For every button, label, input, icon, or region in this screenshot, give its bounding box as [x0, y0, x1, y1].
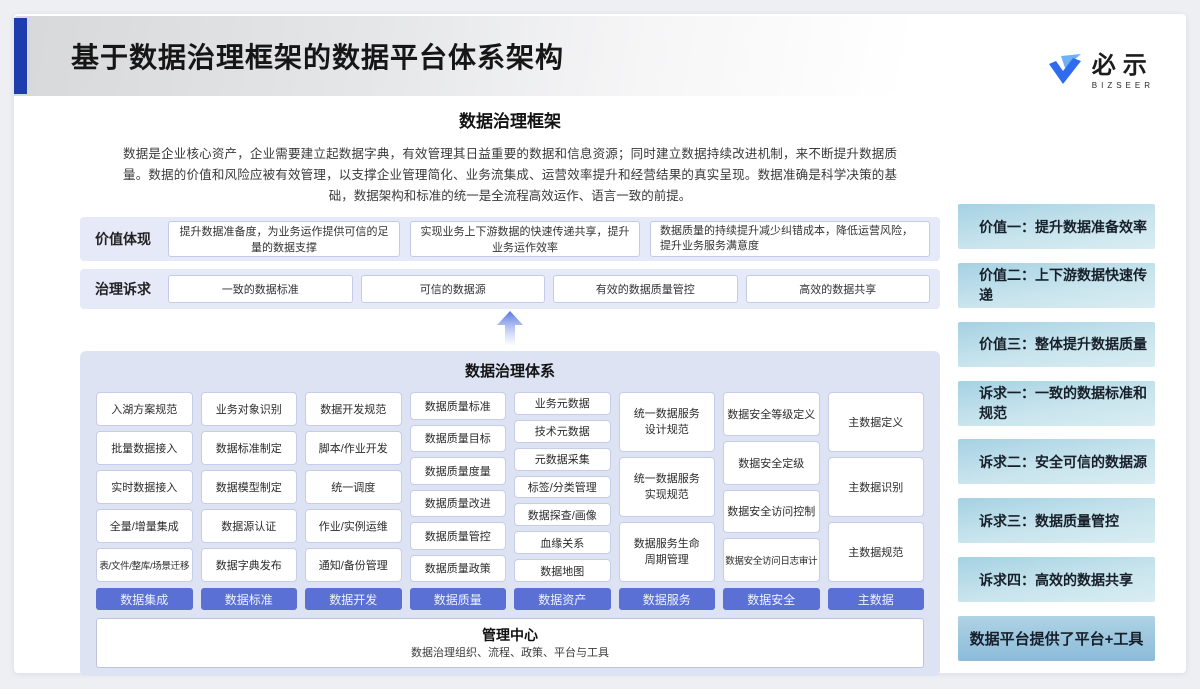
- grid-column-数据质量: 数据质量标准数据质量目标数据质量度量数据质量改进数据质量管控数据质量政策: [410, 392, 507, 582]
- brand-subtitle: BIZSEER: [1092, 81, 1154, 90]
- grid-cell: 统一调度: [305, 470, 402, 504]
- framework-description: 数据是企业核心资产，企业需要建立起数据字典，有效管理其日益重要的数据和信息资源；…: [123, 144, 897, 207]
- brand-logo: 必示 BIZSEER: [1047, 54, 1154, 92]
- category-button-数据标准: 数据标准: [201, 588, 298, 610]
- grid-cell: 数据开发规范: [305, 392, 402, 426]
- grid-cell: 数据质量改进: [410, 490, 507, 518]
- governance-grid: 入湖方案规范批量数据接入实时数据接入全量/增量集成表/文件/整库/场景迁移业务对…: [96, 392, 924, 582]
- grid-cell: 数据地图: [514, 559, 611, 582]
- content-area: 数据治理框架 数据是企业核心资产，企业需要建立起数据字典，有效管理其日益重要的数…: [14, 98, 1186, 676]
- grid-cell: 数据质量目标: [410, 425, 507, 453]
- demand-boxes: 一致的数据标准可信的数据源有效的数据质量管控高效的数据共享: [168, 275, 930, 303]
- demand-box: 有效的数据质量管控: [553, 275, 738, 303]
- category-button-数据质量: 数据质量: [410, 588, 507, 610]
- demand-row: 治理诉求 一致的数据标准可信的数据源有效的数据质量管控高效的数据共享: [80, 269, 940, 309]
- grid-column-数据集成: 入湖方案规范批量数据接入实时数据接入全量/增量集成表/文件/整库/场景迁移: [96, 392, 193, 582]
- page-title: 基于数据治理框架的数据平台体系架构: [71, 36, 564, 76]
- grid-cell: 批量数据接入: [96, 431, 193, 465]
- grid-column-数据标准: 业务对象识别数据标准制定数据模型制定数据源认证数据字典发布: [201, 392, 298, 582]
- grid-cell: 数据模型制定: [201, 470, 298, 504]
- arrow-container: [80, 309, 940, 351]
- grid-cell: 数据质量管控: [410, 522, 507, 550]
- value-row-label: 价值体现: [80, 229, 168, 249]
- grid-cell: 主数据定义: [828, 392, 925, 452]
- sidebar-item-2: 价值三：整体提升数据质量: [958, 322, 1155, 367]
- grid-cell: 数据质量标准: [410, 392, 507, 420]
- grid-cell: 数据安全定级: [723, 441, 820, 485]
- sidebar-item-5: 诉求三：数据质量管控: [958, 498, 1155, 543]
- grid-cell: 数据服务生命 周期管理: [619, 522, 716, 582]
- grid-column-主数据: 主数据定义主数据识别主数据规范: [828, 392, 925, 582]
- grid-column-数据开发: 数据开发规范脚本/作业开发统一调度作业/实例运维通知/备份管理: [305, 392, 402, 582]
- grid-cell: 脚本/作业开发: [305, 431, 402, 465]
- demand-box: 一致的数据标准: [168, 275, 353, 303]
- grid-column-数据服务: 统一数据服务 设计规范统一数据服务 实现规范数据服务生命 周期管理: [619, 392, 716, 582]
- category-button-主数据: 主数据: [828, 588, 925, 610]
- value-boxes: 提升数据准备度，为业务运作提供可信的足量的数据支撑实现业务上下游数据的快速传递共…: [168, 221, 930, 257]
- grid-cell: 数据探查/画像: [514, 503, 611, 526]
- slide-card: 基于数据治理框架的数据平台体系架构 必示 BIZSEER 数据治理框架 数据是企…: [14, 14, 1186, 673]
- sidebar-item-7: 数据平台提供了平台+工具: [958, 616, 1155, 661]
- category-button-数据集成: 数据集成: [96, 588, 193, 610]
- grid-cell: 主数据规范: [828, 522, 925, 582]
- accent-bar: [14, 18, 27, 94]
- grid-cell: 元数据采集: [514, 448, 611, 471]
- grid-cell: 业务对象识别: [201, 392, 298, 426]
- value-box: 提升数据准备度，为业务运作提供可信的足量的数据支撑: [168, 221, 400, 257]
- grid-cell: 血缘关系: [514, 531, 611, 554]
- management-title: 管理中心: [97, 625, 923, 645]
- grid-cell: 作业/实例运维: [305, 509, 402, 543]
- demand-box: 可信的数据源: [361, 275, 546, 303]
- demand-row-label: 治理诉求: [80, 279, 168, 299]
- bizseer-logo-icon: [1047, 54, 1083, 92]
- grid-cell: 数据源认证: [201, 509, 298, 543]
- sidebar-item-6: 诉求四：高效的数据共享: [958, 557, 1155, 602]
- brand-logo-text: 必示 BIZSEER: [1092, 54, 1154, 90]
- sidebar-list: 价值一：提升数据准备效率价值二：上下游数据快速传递价值三：整体提升数据质量诉求一…: [958, 204, 1155, 661]
- value-box: 实现业务上下游数据的快速传递共享，提升业务运作效率: [410, 221, 640, 257]
- grid-cell: 数据标准制定: [201, 431, 298, 465]
- sidebar-item-4: 诉求二：安全可信的数据源: [958, 439, 1155, 484]
- grid-cell: 标签/分类管理: [514, 476, 611, 499]
- grid-cell: 数据字典发布: [201, 548, 298, 582]
- value-box: 数据质量的持续提升减少纠错成本，降低运营风险，提升业务服务满意度: [650, 221, 930, 257]
- category-button-数据安全: 数据安全: [723, 588, 820, 610]
- grid-cell: 数据质量度量: [410, 457, 507, 485]
- grid-cell: 通知/备份管理: [305, 548, 402, 582]
- grid-cell: 数据质量政策: [410, 555, 507, 583]
- grid-cell: 统一数据服务 设计规范: [619, 392, 716, 452]
- grid-cell: 入湖方案规范: [96, 392, 193, 426]
- category-button-row: 数据集成数据标准数据开发数据质量数据资产数据服务数据安全主数据: [96, 588, 924, 610]
- governance-title: 数据治理体系: [96, 362, 924, 382]
- grid-cell: 主数据识别: [828, 457, 925, 517]
- up-arrow-icon: [497, 311, 523, 350]
- grid-cell: 统一数据服务 实现规范: [619, 457, 716, 517]
- category-button-数据资产: 数据资产: [514, 588, 611, 610]
- grid-cell: 表/文件/整库/场景迁移: [96, 548, 193, 582]
- framework-title: 数据治理框架: [80, 107, 940, 132]
- grid-cell: 全量/增量集成: [96, 509, 193, 543]
- page-header: 基于数据治理框架的数据平台体系架构 必示 BIZSEER: [14, 14, 1186, 98]
- grid-cell: 实时数据接入: [96, 470, 193, 504]
- category-button-数据开发: 数据开发: [305, 588, 402, 610]
- grid-cell: 数据安全访问控制: [723, 490, 820, 534]
- governance-panel: 数据治理体系 入湖方案规范批量数据接入实时数据接入全量/增量集成表/文件/整库/…: [80, 351, 940, 676]
- grid-cell: 数据安全访问日志审计: [723, 538, 820, 582]
- demand-box: 高效的数据共享: [746, 275, 931, 303]
- grid-cell: 业务元数据: [514, 392, 611, 415]
- sidebar-item-3: 诉求一：一致的数据标准和规范: [958, 381, 1155, 426]
- management-subtitle: 数据治理组织、流程、政策、平台与工具: [97, 645, 923, 662]
- category-button-数据服务: 数据服务: [619, 588, 716, 610]
- sidebar-column: 价值一：提升数据准备效率价值二：上下游数据快速传递价值三：整体提升数据质量诉求一…: [958, 98, 1155, 676]
- sidebar-item-0: 价值一：提升数据准备效率: [958, 204, 1155, 249]
- main-column: 数据治理框架 数据是企业核心资产，企业需要建立起数据字典，有效管理其日益重要的数…: [80, 98, 940, 676]
- grid-column-数据安全: 数据安全等级定义数据安全定级数据安全访问控制数据安全访问日志审计: [723, 392, 820, 582]
- brand-name: 必示: [1092, 54, 1154, 78]
- grid-column-数据资产: 业务元数据技术元数据元数据采集标签/分类管理数据探查/画像血缘关系数据地图: [514, 392, 611, 582]
- value-row: 价值体现 提升数据准备度，为业务运作提供可信的足量的数据支撑实现业务上下游数据的…: [80, 217, 940, 261]
- grid-cell: 数据安全等级定义: [723, 392, 820, 436]
- grid-cell: 技术元数据: [514, 420, 611, 443]
- management-center: 管理中心 数据治理组织、流程、政策、平台与工具: [96, 618, 924, 668]
- sidebar-item-1: 价值二：上下游数据快速传递: [958, 263, 1155, 308]
